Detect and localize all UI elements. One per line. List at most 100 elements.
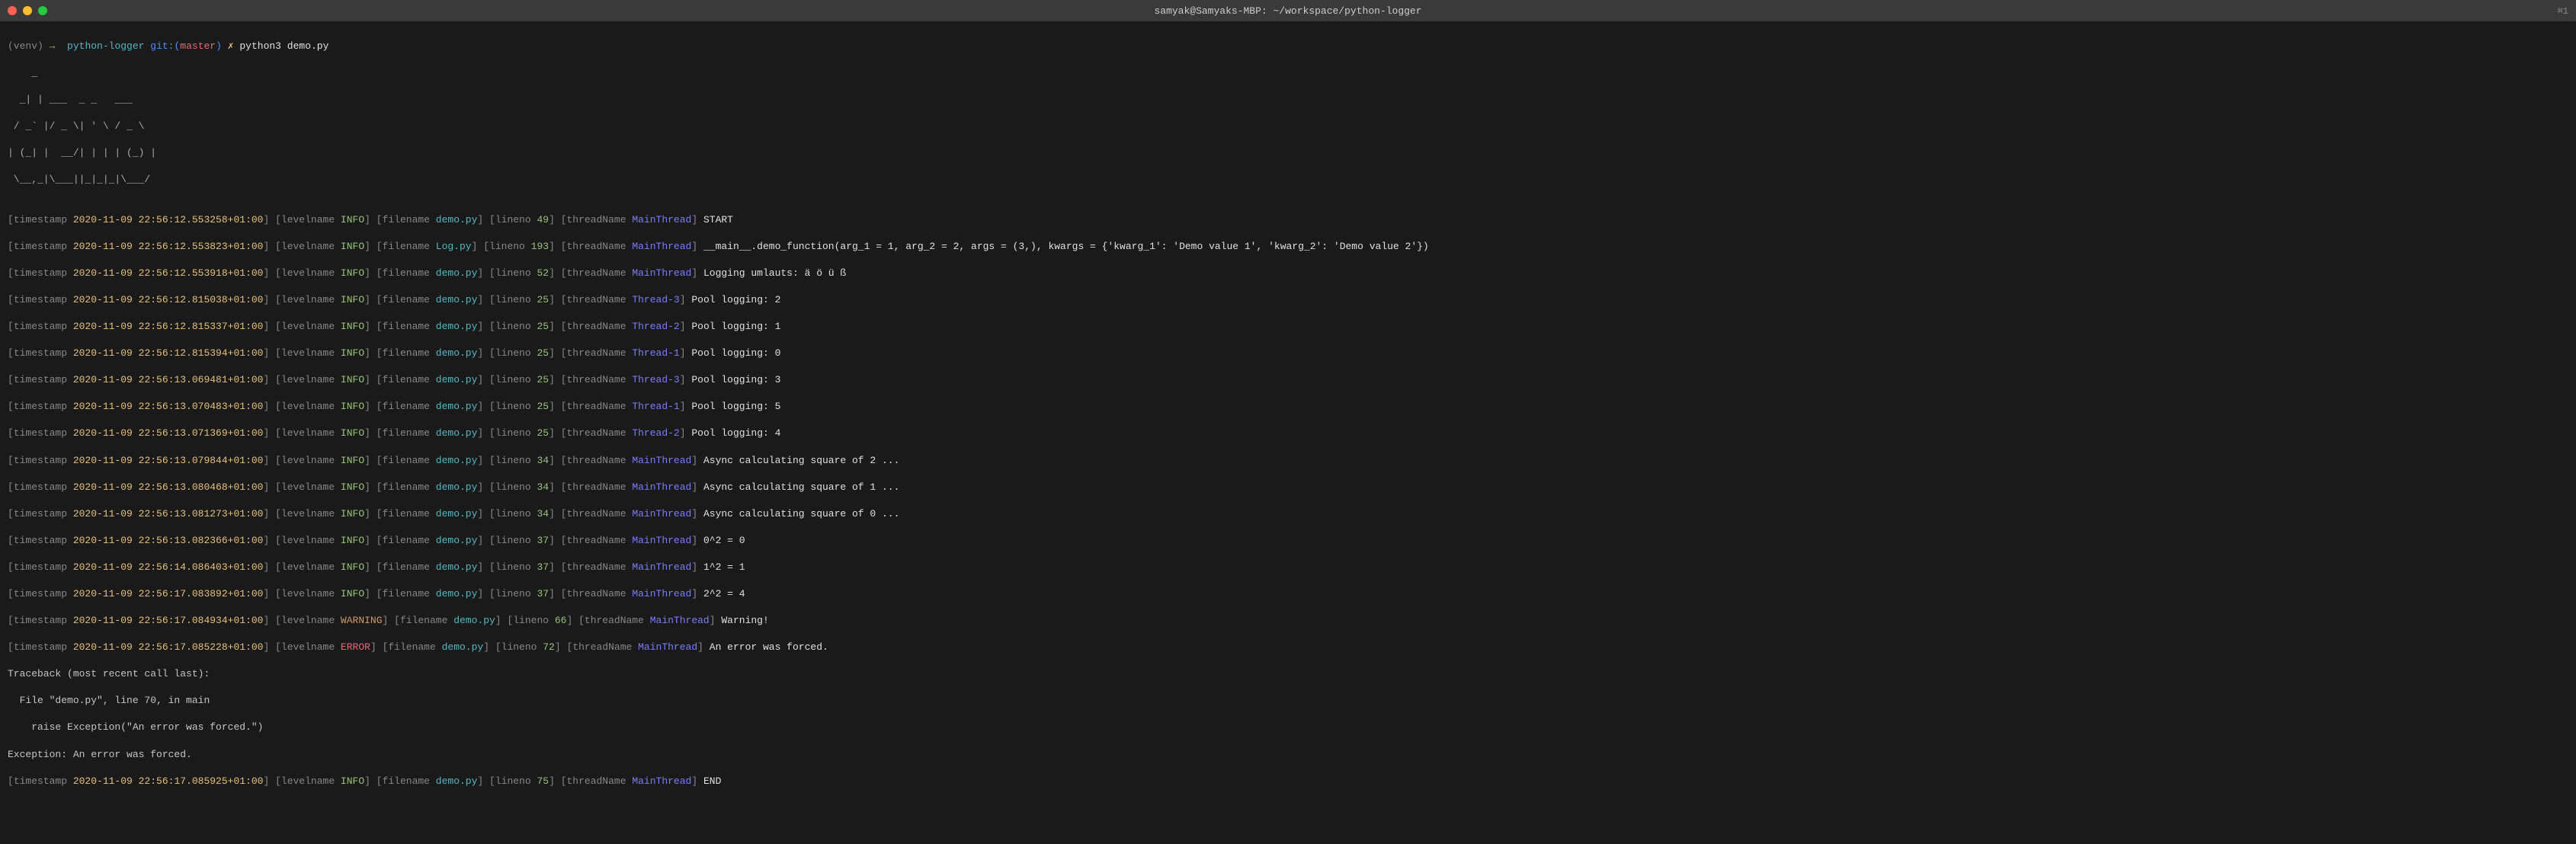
prompt-arrow-icon: →	[50, 40, 56, 52]
bracket: ]	[549, 455, 555, 466]
log-output: [timestamp 2020-11-09 22:56:12.553258+01…	[8, 213, 2568, 654]
bracket: [	[376, 455, 383, 466]
bracket: ]	[263, 294, 269, 305]
bracket: ]	[477, 214, 483, 225]
bracket: ]	[549, 508, 555, 520]
bracket: ]	[680, 427, 686, 439]
bracket: [	[495, 641, 501, 653]
ascii-art-line: _| | ___ _ _ ___	[8, 93, 2568, 107]
bracket: [	[376, 214, 383, 225]
lvl-value: INFO	[341, 241, 364, 252]
bracket: [	[489, 508, 495, 520]
ts-label: timestamp	[14, 455, 73, 466]
log-line: [timestamp 2020-11-09 22:56:12.553918+01…	[8, 267, 2568, 280]
bracket: [	[376, 508, 383, 520]
log-message: Pool logging: 2	[691, 294, 780, 305]
terminal-body[interactable]: (venv) → python-logger git:(master) ✗ py…	[0, 21, 2576, 823]
bracket: [	[275, 481, 281, 493]
file-value: demo.py	[436, 455, 478, 466]
lvl-value: INFO	[341, 321, 364, 332]
lvl-label: levelname	[281, 455, 341, 466]
bracket: [	[578, 615, 585, 626]
thread-value: Thread-3	[632, 294, 679, 305]
bracket: ]	[477, 535, 483, 546]
bracket: [	[394, 615, 400, 626]
bracket: ]	[549, 401, 555, 412]
file-value: demo.py	[442, 641, 484, 653]
lineno-label: lineno	[495, 427, 537, 439]
log-line: [timestamp 2020-11-09 22:56:17.085925+01…	[8, 775, 2568, 788]
lineno-label: lineno	[495, 508, 537, 520]
bracket: [	[376, 481, 383, 493]
bracket: [	[561, 588, 567, 599]
ts-value: 2020-11-09 22:56:13.079844+01:00	[73, 455, 264, 466]
ts-label: timestamp	[14, 401, 73, 412]
log-message: 1^2 = 1	[703, 561, 745, 573]
bracket: ]	[477, 267, 483, 279]
bracket: ]	[263, 775, 269, 787]
lvl-value: INFO	[341, 508, 364, 520]
lvl-label: levelname	[281, 588, 341, 599]
file-value: demo.py	[436, 481, 478, 493]
lvl-value: INFO	[341, 374, 364, 385]
lineno-value: 37	[537, 561, 549, 573]
lvl-value: INFO	[341, 427, 364, 439]
lineno-label: lineno	[495, 347, 537, 359]
bracket: ]	[364, 481, 370, 493]
lvl-label: levelname	[281, 267, 341, 279]
bracket: ]	[477, 321, 483, 332]
ts-value: 2020-11-09 22:56:12.815038+01:00	[73, 294, 264, 305]
lineno-value: 72	[543, 641, 555, 653]
log-message: Pool logging: 4	[691, 427, 780, 439]
prompt-directory: python-logger	[67, 40, 144, 52]
lvl-value: WARNING	[341, 615, 383, 626]
bracket: [	[561, 481, 567, 493]
bracket: [	[8, 241, 14, 252]
bracket: [	[8, 615, 14, 626]
ts-label: timestamp	[14, 241, 73, 252]
log-line: [timestamp 2020-11-09 22:56:12.553823+01…	[8, 240, 2568, 254]
file-label: filename	[383, 481, 436, 493]
bracket: ]	[549, 481, 555, 493]
thread-label: threadName	[567, 561, 633, 573]
git-dirty-icon: ✗	[228, 40, 234, 52]
lvl-value: INFO	[341, 481, 364, 493]
lvl-label: levelname	[281, 535, 341, 546]
git-close: )	[216, 40, 222, 52]
bracket: [	[275, 775, 281, 787]
lineno-label: lineno	[495, 401, 537, 412]
lineno-label: lineno	[495, 561, 537, 573]
lvl-value: INFO	[341, 267, 364, 279]
lineno-value: 66	[555, 615, 567, 626]
bracket: [	[8, 374, 14, 385]
bracket: ]	[549, 561, 555, 573]
thread-label: threadName	[567, 321, 633, 332]
bracket: ]	[691, 267, 697, 279]
bracket: ]	[691, 481, 697, 493]
thread-value: Thread-3	[632, 374, 679, 385]
bracket: [	[275, 241, 281, 252]
bracket: [	[489, 347, 495, 359]
thread-label: threadName	[567, 427, 633, 439]
file-value: demo.py	[436, 401, 478, 412]
bracket: ]	[364, 508, 370, 520]
thread-value: Thread-2	[632, 321, 679, 332]
file-value: demo.py	[436, 347, 478, 359]
file-label: filename	[383, 401, 436, 412]
lineno-label: lineno	[489, 241, 531, 252]
bracket: [	[8, 401, 14, 412]
minimize-window-button[interactable]	[23, 6, 32, 15]
bracket: ]	[495, 615, 501, 626]
bracket: ]	[483, 641, 489, 653]
traffic-lights	[8, 6, 47, 15]
thread-label: threadName	[567, 347, 633, 359]
ts-value: 2020-11-09 22:56:17.083892+01:00	[73, 588, 264, 599]
ts-value: 2020-11-09 22:56:12.553823+01:00	[73, 241, 264, 252]
maximize-window-button[interactable]	[38, 6, 47, 15]
close-window-button[interactable]	[8, 6, 17, 15]
bracket: [	[561, 374, 567, 385]
ts-value: 2020-11-09 22:56:13.082366+01:00	[73, 535, 264, 546]
ascii-art-line: / _` |/ _ \| ' \ / _ \	[8, 120, 2568, 133]
thread-label: threadName	[567, 401, 633, 412]
bracket: [	[275, 508, 281, 520]
